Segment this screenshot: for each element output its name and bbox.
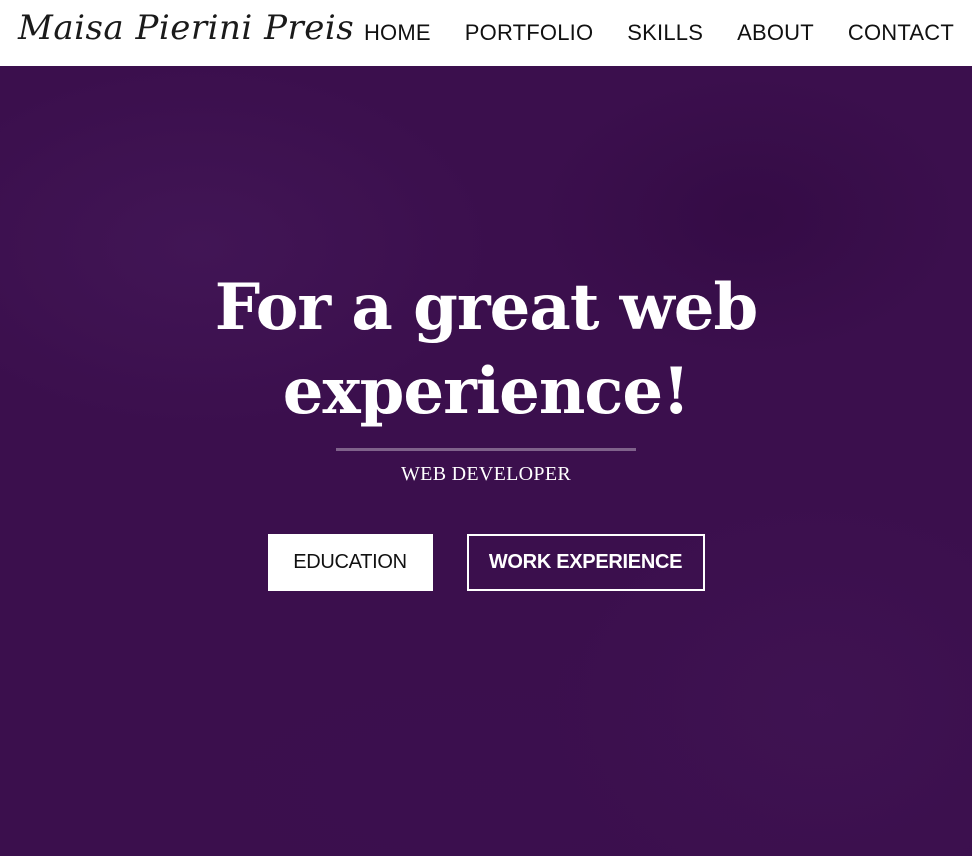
hero-buttons: EDUCATION WORK EXPERIENCE [0,534,972,591]
hero-section: For a great web experience! WEB DEVELOPE… [0,66,972,856]
nav-skills-link[interactable]: SKILLS [627,20,703,46]
nav-about-link[interactable]: ABOUT [737,20,814,46]
hero-subtitle: WEB DEVELOPER [401,463,571,485]
hero-divider [336,448,636,451]
nav-links: HOME PORTFOLIO SKILLS ABOUT CONTACT [364,0,954,66]
nav-contact-link[interactable]: CONTACT [848,20,954,46]
nav-portfolio-link[interactable]: PORTFOLIO [465,20,594,46]
work-experience-button[interactable]: WORK EXPERIENCE [466,534,705,591]
brand-logo[interactable]: Maisa Pierini Preis [18,8,354,48]
nav-home-link[interactable]: HOME [364,20,431,46]
top-navbar: Maisa Pierini Preis HOME PORTFOLIO SKILL… [0,0,972,66]
hero-content: For a great web experience! WEB DEVELOPE… [0,266,972,591]
education-button[interactable]: EDUCATION [267,534,433,591]
hero-headline: For a great web experience! [214,270,758,429]
